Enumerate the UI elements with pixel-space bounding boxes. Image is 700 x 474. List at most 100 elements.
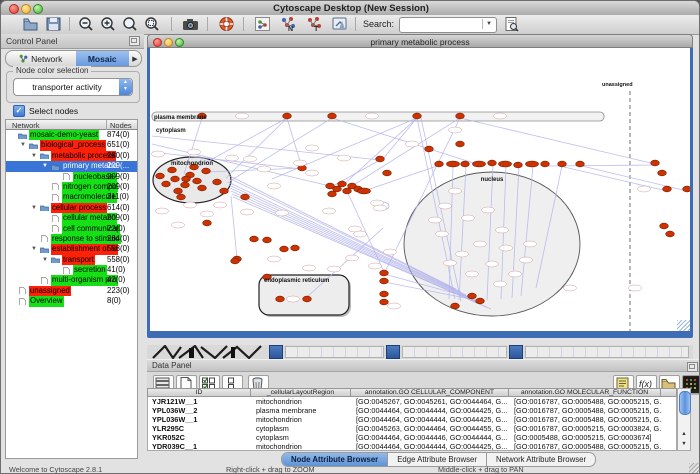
table-column-header[interactable]: annotation.GO MOLECULAR_FUNCTION <box>509 388 661 397</box>
window-resize-grip[interactable] <box>689 463 700 474</box>
window-titlebar[interactable]: Cytoscape Desktop (New Session) <box>1 1 700 16</box>
zoom-selected-icon[interactable] <box>144 16 161 32</box>
background-window-fragment[interactable] <box>285 346 384 358</box>
network-node[interactable] <box>231 258 240 264</box>
network-node[interactable] <box>182 176 191 182</box>
network-node[interactable] <box>380 270 389 276</box>
search-dropdown-icon[interactable]: ▼ <box>482 19 495 29</box>
table-cell[interactable]: mitochondrion <box>252 442 352 451</box>
network-node[interactable] <box>171 176 180 182</box>
table-cell[interactable]: [GO:0016787, GO:0005488, GO:0005215, G..… <box>510 397 662 406</box>
table-cell[interactable]: YKR052C <box>148 433 252 442</box>
network-node[interactable] <box>447 161 460 167</box>
network-node[interactable] <box>451 303 460 309</box>
network-node[interactable] <box>380 291 389 297</box>
tree-col-nodes[interactable]: Nodes <box>110 121 132 130</box>
network-node[interactable] <box>203 220 212 226</box>
table-row[interactable]: YPL036W__2plasma membrane[GO:0044464, GO… <box>148 406 676 415</box>
network-node[interactable] <box>651 160 660 166</box>
table-cell[interactable]: [GO:0044464, GO:0044444, GO:0044425, G..… <box>352 442 510 451</box>
open-file-icon[interactable] <box>22 16 39 32</box>
tree-row-label[interactable]: biological_process <box>40 140 106 150</box>
background-window-edge[interactable] <box>509 345 523 359</box>
network-node[interactable] <box>461 161 470 167</box>
more-tabs-arrow-icon[interactable]: ▶ <box>129 51 141 66</box>
table-cell[interactable]: [GO:0016787, GO:0005488, GO:0005215, G..… <box>510 406 662 415</box>
table-cell[interactable]: cytoplasm <box>252 424 352 433</box>
table-scrollbar[interactable]: ▲ ▼ <box>677 388 691 451</box>
network-node[interactable] <box>198 185 207 191</box>
tree-row[interactable]: nitrogen compo209(0) <box>6 182 137 192</box>
tree-row[interactable]: ▼primary metabo209(... <box>6 161 137 171</box>
table-row[interactable]: YPL036W__1mitochondrion[GO:0044464, GO:0… <box>148 415 676 424</box>
table-cell[interactable]: [GO:0045267, GO:0045261, GO:0044464, G..… <box>352 397 510 406</box>
table-cell[interactable]: [GO:0016787, GO:0005488, GO:0005215, G..… <box>510 415 662 424</box>
network-node[interactable] <box>156 173 165 179</box>
table-cell[interactable]: YDR039C__1 <box>148 442 252 451</box>
table-cell[interactable]: YJR121W__1 <box>148 397 252 406</box>
tree-row[interactable]: secretion41(0) <box>6 265 137 275</box>
scrollbar-thumb[interactable] <box>679 391 691 415</box>
expand-arrow-icon[interactable]: ▼ <box>42 163 48 170</box>
tree-row[interactable]: macromolecule311(0) <box>6 192 137 202</box>
create-network-icon[interactable] <box>254 16 271 32</box>
search-field[interactable] <box>402 19 482 31</box>
import-table-icon[interactable]: T <box>305 16 322 32</box>
tree-row[interactable]: ▼cellular process614(0) <box>6 203 137 213</box>
select-nodes-checkbox[interactable]: ✓ <box>13 105 25 117</box>
network-node[interactable] <box>514 162 523 168</box>
view-resize-grip[interactable] <box>677 320 690 331</box>
vizmapper-icon[interactable] <box>331 16 348 32</box>
background-window-edge[interactable] <box>386 345 400 359</box>
tree-row[interactable]: Overview8(0) <box>6 296 137 306</box>
network-node[interactable] <box>456 141 465 147</box>
tree-row[interactable]: mosaic-demo-yeast874(0) <box>6 130 137 140</box>
network-node[interactable] <box>499 161 512 167</box>
table-cell[interactable]: YPL036W__2 <box>148 406 252 415</box>
tree-col-network[interactable]: Network <box>12 121 40 130</box>
network-node[interactable] <box>168 167 177 173</box>
tree-row[interactable]: multi-organism pro42(0) <box>6 275 137 285</box>
tree-row-label[interactable]: Overview <box>29 296 64 306</box>
table-row[interactable]: YJR121W__1mitochondrion[GO:0045267, GO:0… <box>148 397 676 406</box>
float-panel-icon[interactable] <box>129 36 140 46</box>
table-row[interactable]: YLR295Ccytoplasm[GO:0045263, GO:0044464,… <box>148 424 676 433</box>
scroll-down-icon[interactable]: ▼ <box>679 439 689 449</box>
network-node[interactable] <box>241 194 250 200</box>
tree-row[interactable]: nucleobase-209(0) <box>6 172 137 182</box>
network-node[interactable] <box>658 170 667 176</box>
tree-row[interactable]: ▼establishment of lo558(0) <box>6 244 137 254</box>
network-node[interactable] <box>328 113 337 119</box>
table-cell[interactable]: mitochondrion <box>252 397 352 406</box>
network-node[interactable] <box>174 188 183 194</box>
table-cell[interactable]: [GO:0016787, GO:0005215, GO:0003824, G..… <box>510 424 662 433</box>
tree-row-label[interactable]: transport <box>62 255 95 265</box>
network-node[interactable] <box>358 188 371 194</box>
table-row[interactable]: YKR052Ccytoplasm[GO:0044464, GO:0044446,… <box>148 433 676 442</box>
table-cell[interactable]: [GO:0045263, GO:0044464, GO:0044455, G..… <box>352 424 510 433</box>
network-window-titlebar[interactable]: primary metabolic process <box>147 34 693 48</box>
table-cell[interactable]: YLR295C <box>148 424 252 433</box>
tree-row[interactable]: response to stimulu264(0) <box>6 234 137 244</box>
dropdown-stepper-icon[interactable]: ▲▼ <box>119 79 132 95</box>
table-cell[interactable]: [GO:0016787, GO:0005488, GO:0005215, G..… <box>510 442 662 451</box>
network-node[interactable] <box>250 236 259 242</box>
table-cell[interactable]: [GO:0044464, GO:0044444, GO:0044425, G..… <box>352 406 510 415</box>
network-node[interactable] <box>291 245 300 251</box>
tree-row[interactable]: cell communicat22(0) <box>6 224 137 234</box>
network-node[interactable] <box>683 186 690 192</box>
tree-row[interactable]: ▼transport558(0) <box>6 255 137 265</box>
scroll-up-icon[interactable]: ▲ <box>679 429 689 439</box>
import-network-icon[interactable]: N <box>279 16 296 32</box>
advanced-search-icon[interactable] <box>503 16 520 32</box>
zoom-fit-icon[interactable] <box>122 16 139 32</box>
float-data-panel-icon[interactable] <box>687 362 698 372</box>
network-node[interactable] <box>435 161 444 167</box>
tree-row-label[interactable]: unassigned <box>29 286 71 296</box>
network-node[interactable] <box>338 181 347 187</box>
network-node[interactable] <box>663 186 672 192</box>
table-column-header[interactable]: annotation.GO CELLULAR_COMPONENT <box>351 388 509 397</box>
network-node[interactable] <box>660 223 669 229</box>
network-tree-header[interactable]: Network Nodes <box>5 119 138 130</box>
table-cell[interactable]: [GO:0044464, GO:0044446, GO:0044444, G..… <box>352 433 510 442</box>
